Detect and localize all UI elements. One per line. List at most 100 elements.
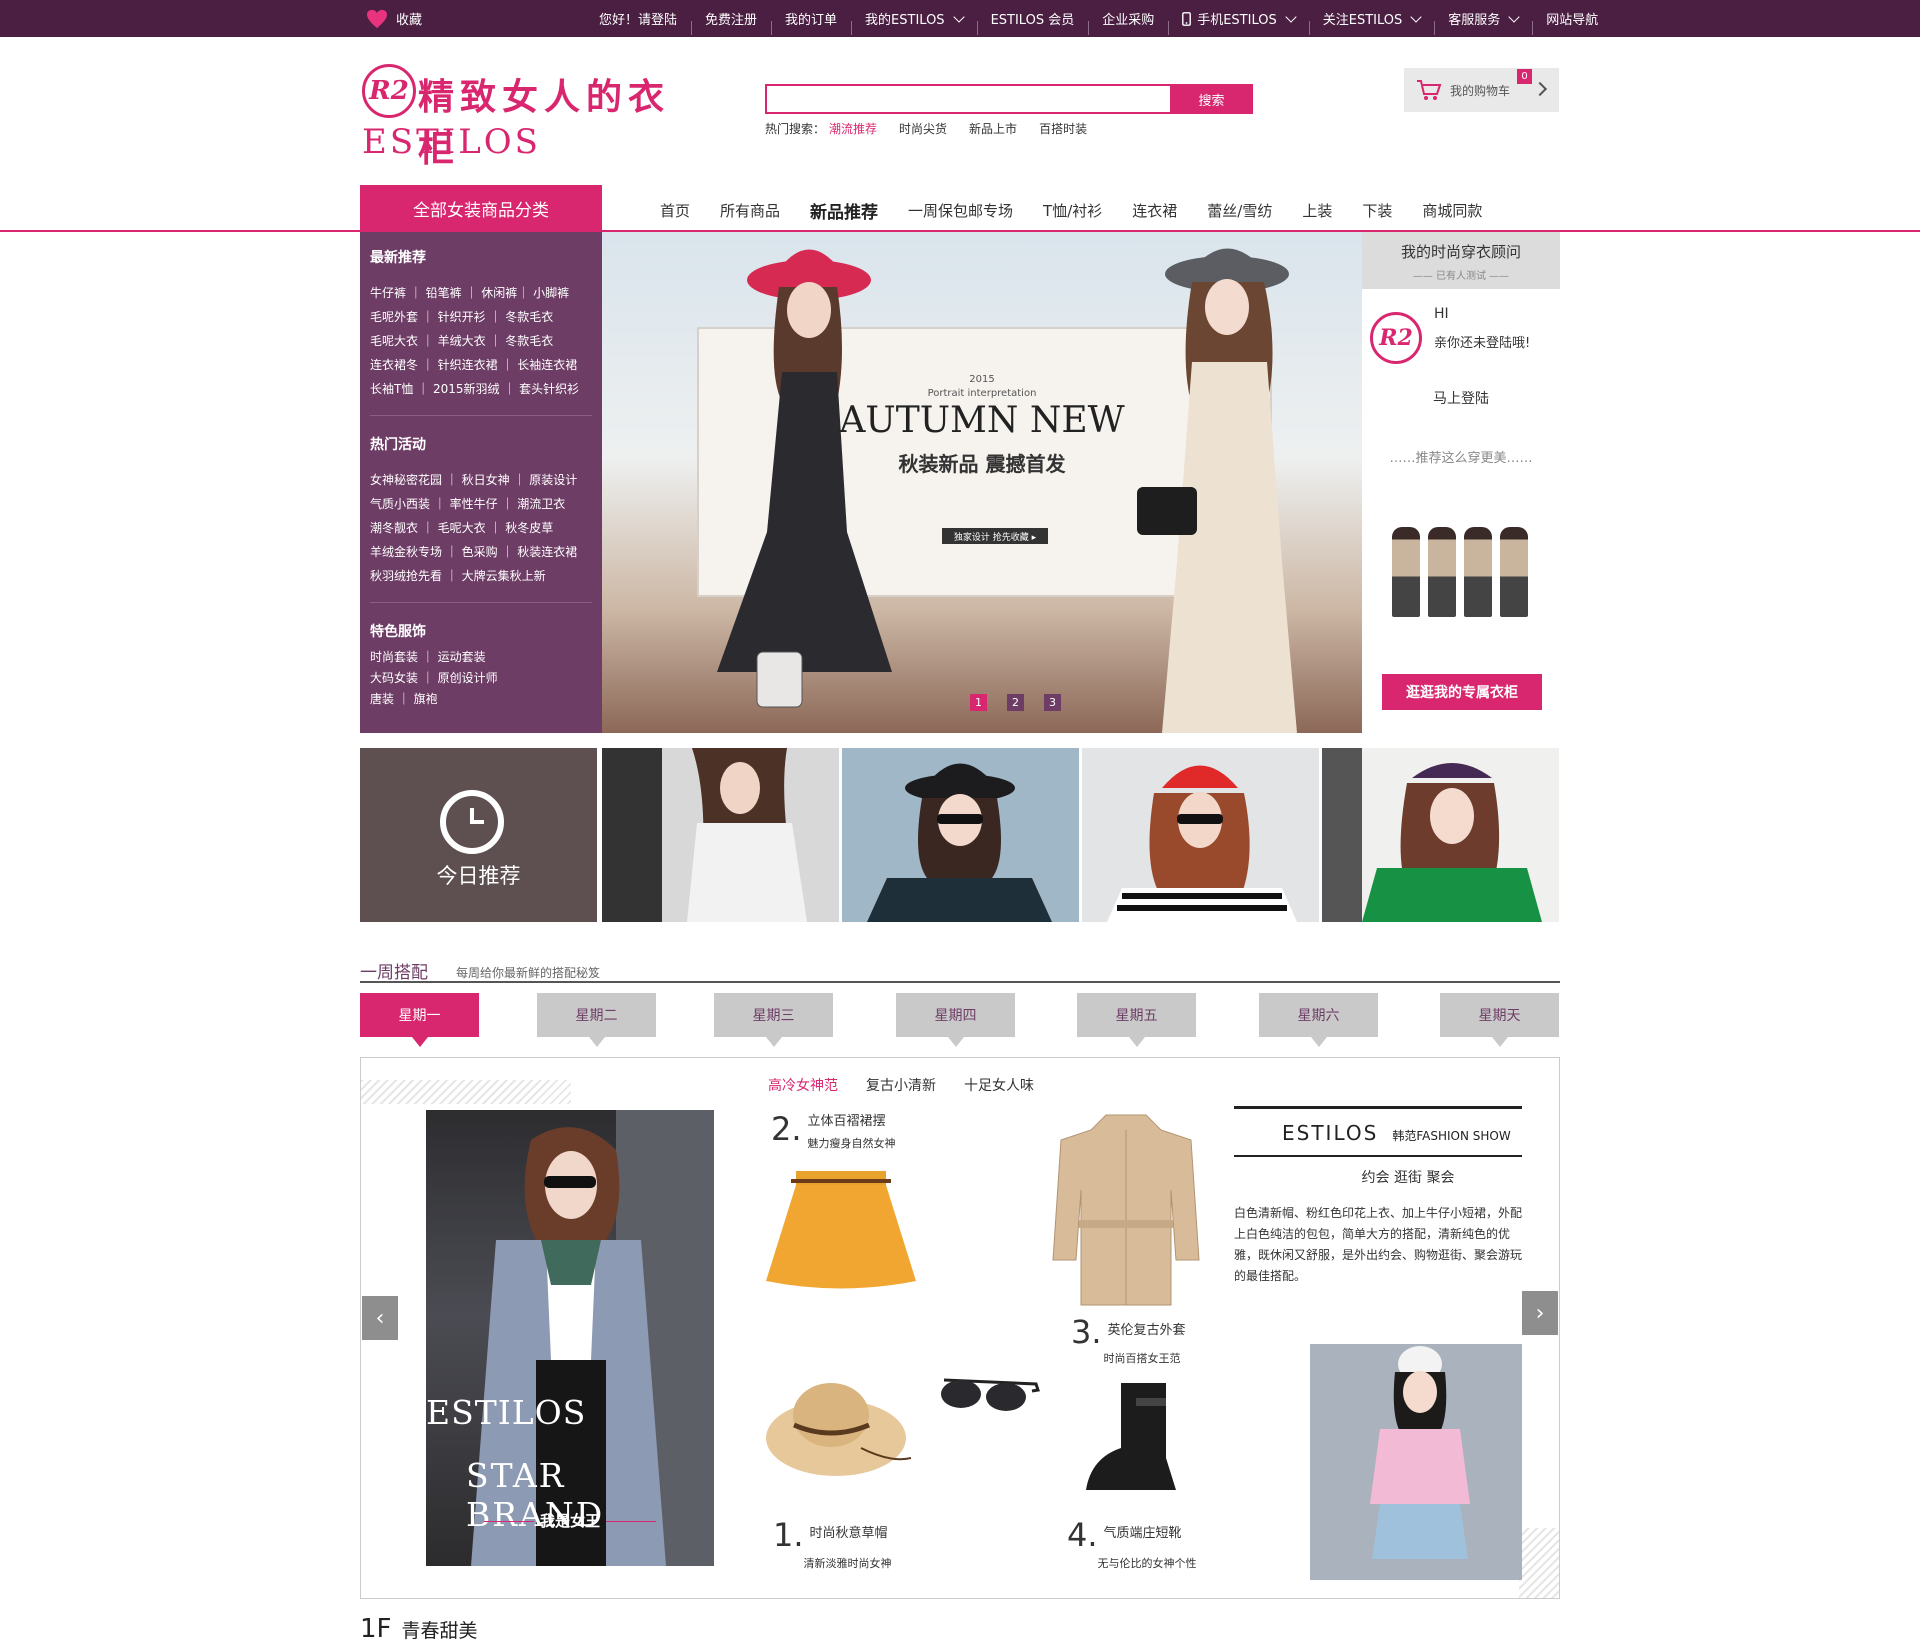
recommend-thumb[interactable] (602, 748, 839, 922)
recommend-thumb[interactable] (1322, 748, 1559, 922)
floor-heading: 1F 青春甜美 (360, 1614, 478, 1644)
category-sidebar: 最新推荐 牛仔裤 ｜ 铅笔裤 ｜ 休闲裤｜ 小脚裤 毛呢外套 ｜ 针织开衫 ｜ … (360, 232, 602, 733)
top-link-orders[interactable]: 我的订单 (771, 9, 851, 35)
sidebar-link-row[interactable]: 唐装 ｜ 旗袍 (370, 689, 592, 710)
advisor-header: 我的时尚穿衣顾问 —— 已有人测试 —— (1362, 232, 1560, 289)
sidebar-link-row[interactable]: 秋羽绒抢先看 ｜ 大牌云集秋上新 (370, 564, 592, 588)
nav-item-home[interactable]: 首页 (660, 200, 690, 223)
chevron-right-icon (1532, 81, 1548, 97)
subtab-style[interactable]: 十足女人味 (964, 1075, 1034, 1095)
outfit-item[interactable]: 4. 气质端庄短靴 无与伦比的女神个性 (1067, 1516, 1197, 1571)
top-link-enterprise[interactable]: 企业采购 (1088, 9, 1168, 35)
advisor-title: 我的时尚穿衣顾问 (1400, 243, 1521, 261)
hot-search-label: 热门搜索： (765, 122, 826, 136)
site-logo[interactable]: R2 精致女人的衣柜 ESTILOS (360, 62, 680, 170)
sidebar-link-row[interactable]: 连衣裙冬 ｜ 针织连衣裙 ｜ 长袖连衣裙 (370, 353, 592, 377)
chevron-down-icon (1410, 10, 1422, 23)
top-link-label: 免费注册 (705, 13, 758, 28)
skirt-image[interactable] (761, 1166, 921, 1296)
sidebar-link-row[interactable]: 牛仔裤 ｜ 铅笔裤 ｜ 休闲裤｜ 小脚裤 (370, 281, 592, 305)
nav-item-lace[interactable]: 蕾丝/雪纺 (1207, 200, 1272, 223)
sunglasses-image[interactable] (936, 1370, 1046, 1415)
today-recommend-tile[interactable]: 今日推荐 (360, 748, 597, 922)
banner-caption: Portrait interpretation (927, 388, 1037, 399)
sidebar-link-row[interactable]: 潮冬靓衣 ｜ 毛呢大衣 ｜ 秋冬皮草 (370, 516, 592, 540)
outfit-info-box: ESTILOS 韩范FASHION SHOW 约会 逛街 聚会 白色清新帽、粉红… (1234, 1106, 1522, 1287)
recommend-thumb[interactable] (842, 748, 1079, 922)
ankle-boot-image[interactable] (1081, 1378, 1181, 1498)
top-link-sitemap[interactable]: 网站导航 (1532, 9, 1612, 35)
top-link-member[interactable]: ESTILOS 会员 (976, 9, 1089, 35)
sidebar-link-row[interactable]: 气质小西装 ｜ 率性牛仔 ｜ 潮流卫衣 (370, 492, 592, 516)
nav-item-new[interactable]: 新品推荐 (810, 198, 878, 223)
item-number: 4. (1067, 1516, 1098, 1554)
outfit-hero-image[interactable]: ESTILOS STAR BRAND 我是女王 (426, 1110, 714, 1566)
tab-sunday[interactable]: 星期天 (1440, 993, 1559, 1047)
nav-item-mall-same[interactable]: 商城同款 (1422, 200, 1482, 223)
top-link-label: 企业采购 (1102, 13, 1155, 28)
subtab-style[interactable]: 高冷女神范 (768, 1075, 838, 1095)
outfit-item[interactable]: 1. 时尚秋意草帽 清新淡雅时尚女神 (773, 1516, 892, 1571)
sidebar-link-row[interactable]: 女神秘密花园 ｜ 秋日女神 ｜ 原装设计 (370, 468, 592, 492)
banner-page-dot[interactable]: 3 (1044, 694, 1061, 711)
top-link-register[interactable]: 免费注册 (691, 9, 771, 35)
banner-cta-button[interactable]: 独家设计 抢先收藏 ▸ (942, 528, 1048, 544)
hot-word[interactable]: 潮流推荐 (829, 120, 877, 137)
tab-wednesday[interactable]: 星期三 (714, 993, 833, 1047)
next-arrow-button[interactable]: › (1522, 1291, 1558, 1335)
hot-word[interactable]: 新品上市 (969, 120, 1017, 137)
advisor-login-hint: 亲你还未登陆哦! (1434, 336, 1531, 351)
hot-word[interactable]: 百搭时装 (1039, 120, 1087, 137)
sidebar-link-row[interactable]: 毛呢外套 ｜ 针织开衫 ｜ 冬款毛衣 (370, 305, 592, 329)
banner-page-dot[interactable]: 1 (970, 694, 987, 711)
wardrobe-button[interactable]: 逛逛我的专属衣柜 (1382, 674, 1542, 710)
hot-word[interactable]: 时尚尖货 (899, 120, 947, 137)
outfit-model-photo[interactable] (1310, 1344, 1522, 1580)
cart-button[interactable]: 我的购物车 0 (1404, 68, 1559, 112)
subtab-style[interactable]: 复古小清新 (866, 1075, 936, 1095)
category-menu-title[interactable]: 全部女装商品分类 (360, 185, 602, 232)
outfit-item[interactable]: 3. 英伦复古外套 时尚百搭女王范 (1071, 1313, 1186, 1366)
sidebar-link-row[interactable]: 羊绒金秋专场 ｜ 色采购 ｜ 秋装连衣裙 (370, 540, 592, 564)
banner-page-dot[interactable]: 2 (1007, 694, 1024, 711)
nav-item-dresses[interactable]: 连衣裙 (1132, 200, 1177, 223)
nav-item-tshirts[interactable]: T恤/衬衫 (1043, 200, 1102, 223)
top-link-service[interactable]: 客服服务 (1434, 9, 1532, 35)
sidebar-link-row[interactable]: 时尚套装 ｜ 运动套装 (370, 647, 592, 668)
sidebar-link-row[interactable]: 长袖T恤 ｜ 2015新羽绒 ｜ 套头针织衫 (370, 377, 592, 401)
top-link-login[interactable]: 您好！请登陆 (585, 9, 691, 28)
tab-monday[interactable]: 星期一 (360, 993, 479, 1047)
hero-banner[interactable]: 2015 Portrait interpretation AUTUMN NEW … (602, 232, 1362, 733)
favorite-link[interactable]: 收藏 (366, 0, 422, 37)
nav-item-bottoms[interactable]: 下装 (1362, 200, 1392, 223)
tab-saturday[interactable]: 星期六 (1259, 993, 1378, 1047)
recommend-thumb[interactable] (1082, 748, 1319, 922)
nav-item-weekly-free-shipping[interactable]: 一周保包邮专场 (908, 200, 1013, 223)
top-link-follow[interactable]: 关注ESTILOS (1308, 9, 1435, 35)
search-button[interactable]: 搜索 (1170, 84, 1253, 114)
nav-item-all[interactable]: 所有商品 (720, 200, 780, 223)
item-title: 时尚秋意草帽 (809, 1526, 888, 1541)
sidebar-link-row[interactable]: 大码女装 ｜ 原创设计师 (370, 668, 592, 689)
straw-hat-image[interactable] (761, 1373, 911, 1483)
trench-coat-image[interactable] (1051, 1110, 1201, 1310)
sidebar-section: 最新推荐 牛仔裤 ｜ 铅笔裤 ｜ 休闲裤｜ 小脚裤 毛呢外套 ｜ 针织开衫 ｜ … (370, 247, 592, 416)
nav-item-tops[interactable]: 上装 (1302, 200, 1332, 223)
advisor-outfit-image (1392, 517, 1532, 617)
item-title: 立体百褶裙摆 (807, 1114, 886, 1129)
advisor-login-link[interactable]: 马上登陆 (1362, 388, 1560, 408)
tab-tuesday[interactable]: 星期二 (537, 993, 656, 1047)
advisor-recommend-label: ……推荐这么穿更美…… (1389, 451, 1533, 466)
sidebar-section-title: 热门活动 (370, 437, 426, 453)
top-link-mobile[interactable]: 手机ESTILOS (1168, 9, 1309, 35)
top-link-my-estilos[interactable]: 我的ESTILOS (851, 9, 977, 35)
sidebar-link-row[interactable]: 毛呢大衣 ｜ 羊绒大衣 ｜ 冬款毛衣 (370, 329, 592, 353)
top-link-label: 关注ESTILOS (1322, 13, 1403, 28)
outfit-item[interactable]: 2. 立体百褶裙摆 魅力瘦身自然女神 (771, 1110, 896, 1151)
tab-thursday[interactable]: 星期四 (896, 993, 1015, 1047)
item-subtitle: 时尚百搭女王范 (1103, 1352, 1181, 1365)
prev-arrow-button[interactable]: ‹ (362, 1296, 398, 1340)
tab-friday[interactable]: 星期五 (1077, 993, 1196, 1047)
weekly-subtitle: 每周给你最新鲜的搭配秘笈 (456, 966, 601, 980)
info-header: ESTILOS 韩范FASHION SHOW (1234, 1109, 1522, 1155)
